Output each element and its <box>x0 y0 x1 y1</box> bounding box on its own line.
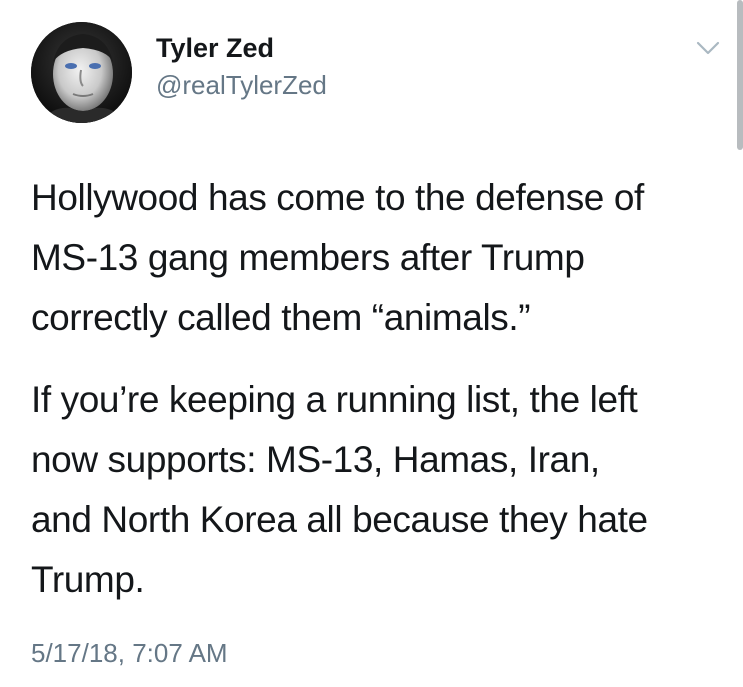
scrollbar[interactable] <box>737 0 743 150</box>
author-handle[interactable]: @realTylerZed <box>156 70 327 101</box>
tweet-paragraph-2: If you’re keeping a running list, the le… <box>31 370 731 610</box>
author-display-name[interactable]: Tyler Zed <box>156 33 274 64</box>
tweet-timestamp[interactable]: 5/17/18, 7:07 AM <box>31 638 228 669</box>
tweet-card: Tyler Zed @realTylerZed Hollywood has co… <box>0 0 743 687</box>
tweet-line: Trump. <box>31 559 145 600</box>
tweet-line: Hollywood has come to the defense of <box>31 177 644 218</box>
profile-photo-icon <box>31 22 132 123</box>
tweet-menu-button[interactable] <box>693 36 723 60</box>
tweet-text: Hollywood has come to the defense of MS-… <box>31 168 731 610</box>
tweet-line: now supports: MS-13, Hamas, Iran, <box>31 439 600 480</box>
tweet-line: correctly called them “animals.” <box>31 297 531 338</box>
tweet-line: If you’re keeping a running list, the le… <box>31 379 638 420</box>
tweet-line: and North Korea all because they hate <box>31 499 648 540</box>
author-avatar[interactable] <box>31 22 132 123</box>
chevron-down-icon <box>696 41 720 55</box>
tweet-line: MS-13 gang members after Trump <box>31 237 585 278</box>
tweet-paragraph-1: Hollywood has come to the defense of MS-… <box>31 168 731 348</box>
